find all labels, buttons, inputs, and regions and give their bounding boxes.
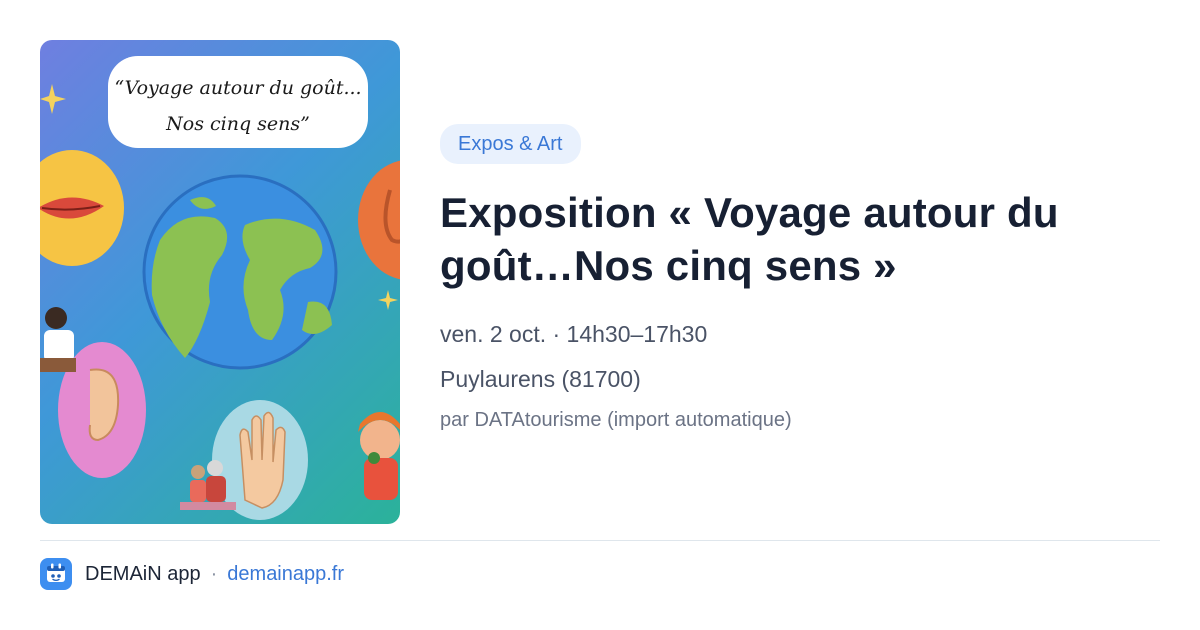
demain-app-icon[interactable] <box>40 558 72 590</box>
footer-divider <box>40 540 1160 541</box>
event-location: Puylaurens (81700) <box>440 366 641 392</box>
event-source: par DATAtourisme (import automatique) <box>440 409 792 431</box>
nose-illustration <box>358 160 400 280</box>
event-image[interactable]: “Voyage autour du goût... Nos cinq sens” <box>40 40 400 524</box>
lips-illustration <box>40 150 124 266</box>
event-date-time: ven. 2 oct. · 14h30–17h30 <box>440 321 708 347</box>
app-domain-link[interactable]: demainapp.fr <box>227 563 344 586</box>
event-card[interactable]: “Voyage autour du goût... Nos cinq sens” <box>40 40 1160 525</box>
event-info: Expos & Art Exposition « Voyage autour d… <box>440 124 1140 433</box>
sparkle-icon <box>378 290 398 310</box>
globe-illustration <box>142 174 338 370</box>
category-tag[interactable]: Expos & Art <box>440 124 581 164</box>
footer-separator: · <box>210 562 218 585</box>
child-eating-illustration <box>358 412 400 500</box>
app-name: DEMAiN app <box>85 562 201 585</box>
sparkle-icon <box>40 84 66 114</box>
image-headline-line2: Nos cinq sens” <box>165 113 310 135</box>
child-illustration <box>40 307 76 372</box>
event-title[interactable]: Exposition « Voyage autour du goût…Nos c… <box>440 186 1140 292</box>
footer: DEMAiN app · demainapp.fr <box>40 558 344 590</box>
image-headline-line1: “Voyage autour du goût... <box>114 77 361 99</box>
